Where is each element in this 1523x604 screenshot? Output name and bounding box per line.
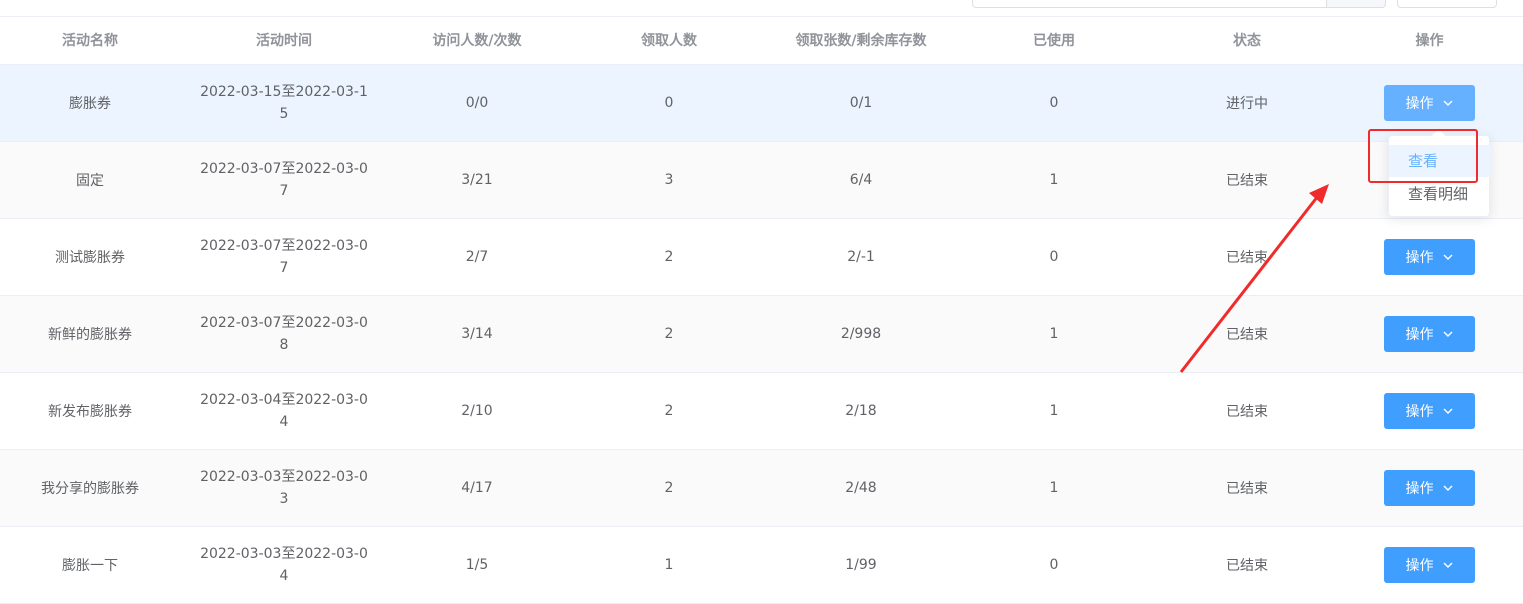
cell-time: 2022-03-15至2022-03-15 [200, 84, 368, 122]
cell-claimed-stock: 1/99 [772, 526, 950, 604]
search-button[interactable] [1326, 0, 1386, 8]
action-button-label: 操作 [1405, 326, 1434, 342]
cell-visits: 0/0 [388, 64, 566, 142]
cell-time: 2022-03-03至2022-03-04 [200, 546, 368, 584]
action-button-label: 操作 [1405, 403, 1434, 419]
cell-used: 1 [950, 449, 1158, 527]
action-dropdown-button[interactable]: 操作 [1384, 393, 1475, 429]
cell-time: 2022-03-04至2022-03-04 [200, 392, 368, 430]
table-row: 新鲜的膨胀券 2022-03-07至2022-03-08 3/14 2 2/99… [0, 295, 1523, 373]
cell-status: 已结束 [1158, 372, 1336, 450]
cell-claimed-people: 1 [566, 526, 772, 604]
cell-claimed-stock: 2/-1 [772, 218, 950, 296]
action-button-label: 操作 [1405, 95, 1434, 111]
chevron-down-icon [1443, 331, 1452, 337]
cell-visits: 3/21 [388, 141, 566, 219]
cell-name: 我分享的膨胀券 [0, 449, 180, 527]
cell-visits: 2/10 [388, 372, 566, 450]
cell-claimed-stock: 2/998 [772, 295, 950, 373]
cell-used: 0 [950, 64, 1158, 142]
header-visits: 访问人数/次数 [388, 16, 566, 65]
cell-name: 新鲜的膨胀券 [0, 295, 180, 373]
cell-time: 2022-03-07至2022-03-07 [200, 161, 368, 199]
action-dropdown-button[interactable]: 操作 [1384, 316, 1475, 352]
table-row: 固定 2022-03-07至2022-03-07 3/21 3 6/4 1 已结… [0, 141, 1523, 219]
cell-claimed-people: 2 [566, 449, 772, 527]
action-dropdown-button[interactable]: 操作 [1384, 547, 1475, 583]
header-activity-time: 活动时间 [180, 16, 388, 65]
cell-claimed-stock: 6/4 [772, 141, 950, 219]
action-button-label: 操作 [1405, 480, 1434, 496]
chevron-down-icon [1443, 254, 1452, 260]
cell-used: 1 [950, 141, 1158, 219]
cell-status: 已结束 [1158, 141, 1336, 219]
cell-time: 2022-03-07至2022-03-07 [200, 238, 368, 276]
chevron-down-icon [1443, 408, 1452, 414]
cell-name: 膨胀一下 [0, 526, 180, 604]
cell-name: 测试膨胀券 [0, 218, 180, 296]
chevron-down-icon [1443, 485, 1452, 491]
annotation-highlight-box [1368, 129, 1478, 183]
table-row: 我分享的膨胀券 2022-03-03至2022-03-03 4/17 2 2/4… [0, 449, 1523, 527]
chevron-down-icon [1443, 100, 1452, 106]
action-button-label: 操作 [1405, 249, 1434, 265]
cell-status: 已结束 [1158, 218, 1336, 296]
search-input[interactable] [972, 0, 1386, 8]
table-row: 测试膨胀券 2022-03-07至2022-03-07 2/7 2 2/-1 0… [0, 218, 1523, 296]
cell-claimed-people: 2 [566, 218, 772, 296]
cell-claimed-stock: 2/48 [772, 449, 950, 527]
cell-used: 1 [950, 372, 1158, 450]
cell-status: 已结束 [1158, 526, 1336, 604]
cell-visits: 1/5 [388, 526, 566, 604]
cell-visits: 3/14 [388, 295, 566, 373]
cell-claimed-people: 3 [566, 141, 772, 219]
cell-time: 2022-03-03至2022-03-03 [200, 469, 368, 507]
action-button-label: 操作 [1405, 557, 1434, 573]
table-row: 新发布膨胀券 2022-03-04至2022-03-04 2/10 2 2/18… [0, 372, 1523, 450]
cell-used: 0 [950, 218, 1158, 296]
table-row: 膨胀一下 2022-03-03至2022-03-04 1/5 1 1/99 0 … [0, 526, 1523, 604]
cell-claimed-stock: 0/1 [772, 64, 950, 142]
cell-name: 新发布膨胀券 [0, 372, 180, 450]
cell-status: 已结束 [1158, 449, 1336, 527]
header-activity-name: 活动名称 [0, 16, 180, 65]
cell-name: 膨胀券 [0, 64, 180, 142]
toolbar-button[interactable] [1397, 0, 1497, 8]
action-dropdown-button[interactable]: 操作 [1384, 470, 1475, 506]
table-row: 膨胀券 2022-03-15至2022-03-15 0/0 0 0/1 0 进行… [0, 64, 1523, 142]
header-action: 操作 [1336, 16, 1523, 65]
cell-status: 已结束 [1158, 295, 1336, 373]
cell-visits: 2/7 [388, 218, 566, 296]
activity-table: 活动名称 活动时间 访问人数/次数 领取人数 领取张数/剩余库存数 已使用 状态… [0, 16, 1523, 604]
action-dropdown-button[interactable]: 操作 [1384, 85, 1475, 121]
cell-claimed-people: 2 [566, 295, 772, 373]
cell-status: 进行中 [1158, 64, 1336, 142]
cell-claimed-stock: 2/18 [772, 372, 950, 450]
action-dropdown-button[interactable]: 操作 [1384, 239, 1475, 275]
header-status: 状态 [1158, 16, 1336, 65]
cell-visits: 4/17 [388, 449, 566, 527]
cell-time: 2022-03-07至2022-03-08 [200, 315, 368, 353]
header-claimed-people: 领取人数 [566, 16, 772, 65]
cell-used: 1 [950, 295, 1158, 373]
table-header: 活动名称 活动时间 访问人数/次数 领取人数 领取张数/剩余库存数 已使用 状态… [0, 16, 1523, 65]
chevron-down-icon [1443, 562, 1452, 568]
cell-claimed-people: 0 [566, 64, 772, 142]
header-used: 已使用 [950, 16, 1158, 65]
cell-used: 0 [950, 526, 1158, 604]
header-claimed-stock: 领取张数/剩余库存数 [772, 16, 950, 65]
cell-claimed-people: 2 [566, 372, 772, 450]
cell-name: 固定 [0, 141, 180, 219]
